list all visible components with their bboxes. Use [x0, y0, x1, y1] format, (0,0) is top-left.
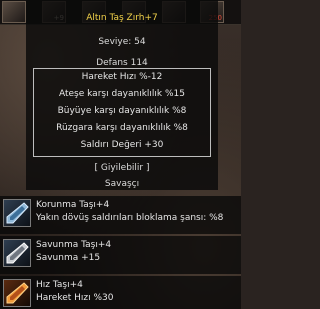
inventory-slot[interactable] [2, 1, 26, 23]
gem-description: Yakın dövüş saldırıları bloklama şansı: … [36, 213, 224, 223]
blue-crystal-icon [3, 199, 31, 227]
gem-title: Korunma Taşı+4 [36, 200, 110, 210]
stat-magic-resist: Büyüye karşı dayanıklılık %8 [57, 106, 187, 116]
item-level: Seviye: 54 [98, 37, 146, 47]
stats-box: Hareket Hızı %-12 Ateşe karşı dayanıklıl… [33, 68, 211, 157]
item-title: Altın Taş Zırh+7 [86, 13, 158, 23]
item-tooltip: Altın Taş Zırh+7 Seviye: 54 Defans 114 H… [26, 0, 218, 190]
orange-crystal-icon [3, 279, 31, 307]
gem-slot: Savunma Taşı+4 Savunma +15 [0, 236, 241, 274]
gem-description: Hareket Hızı %30 [36, 293, 114, 303]
gem-description: Savunma +15 [36, 253, 101, 263]
gem-slot: Hız Taşı+4 Hareket Hızı %30 [0, 276, 241, 309]
class-label: Savaşçı [104, 179, 140, 189]
wearable-label: [ Giyilebilir ] [94, 163, 150, 173]
stat-fire-resist: Ateşe karşı dayanıklılık %15 [58, 89, 186, 99]
gem-title: Hız Taşı+4 [36, 280, 83, 290]
stat-move-speed: Hareket Hızı %-12 [81, 72, 163, 82]
silver-crystal-icon [3, 239, 31, 267]
stat-attack-value: Saldırı Değeri +30 [80, 140, 164, 150]
gem-slot: Korunma Taşı+4 Yakın dövüş saldırıları b… [0, 196, 241, 234]
stat-wind-resist: Rüzgara karşı dayanıklılık %8 [56, 123, 188, 133]
gem-title: Savunma Taşı+4 [36, 240, 112, 250]
